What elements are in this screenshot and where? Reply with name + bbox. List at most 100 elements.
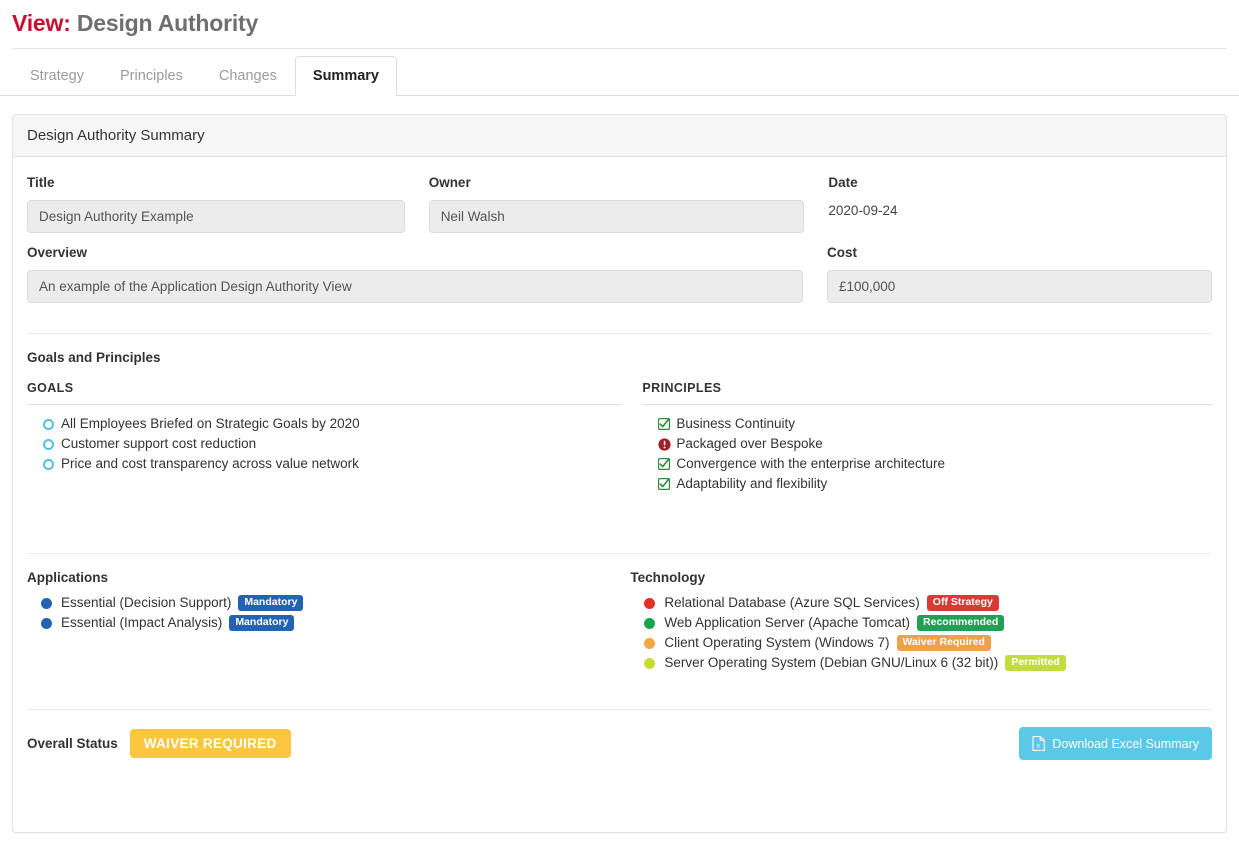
check-square-icon	[658, 418, 676, 430]
applications-technology-row: Applications Essential (Decision Support…	[27, 570, 1212, 673]
list-item[interactable]: Customer support cost reduction	[27, 434, 622, 454]
overview-label: Overview	[27, 245, 88, 260]
status-dot-icon	[41, 617, 61, 629]
list-item[interactable]: Relational Database (Azure SQL Services)…	[630, 593, 1212, 613]
cost-label: Cost	[826, 245, 857, 260]
cost-input[interactable]: £100,000	[826, 270, 1212, 303]
application-name: Essential (Decision Support)	[61, 595, 232, 610]
status-badge: Mandatory	[238, 595, 304, 611]
footer-row: Overall Status WAIVER REQUIRED x Downloa…	[27, 727, 1212, 770]
form-row-secondary: Overview An example of the Application D…	[27, 245, 1212, 303]
list-item[interactable]: Essential (Impact Analysis) Mandatory	[27, 613, 630, 633]
tab-strategy[interactable]: Strategy	[12, 56, 102, 96]
owner-field-group: Owner Neil Walsh	[428, 175, 829, 233]
status-badge: Off Strategy	[926, 595, 999, 611]
title-label: Title	[27, 175, 55, 190]
page-title: View: Design Authority	[12, 10, 1227, 38]
list-item[interactable]: Business Continuity	[642, 414, 1212, 434]
page-header: View: Design Authority	[0, 0, 1239, 50]
application-name: Essential (Impact Analysis)	[61, 615, 223, 630]
applications-list: Essential (Decision Support) Mandatory E…	[27, 593, 630, 633]
title-field-group: Title Design Authority Example	[27, 175, 429, 233]
technology-name: Web Application Server (Apache Tomcat)	[664, 615, 911, 630]
goal-text: Price and cost transparency across value…	[61, 456, 359, 471]
principle-text: Business Continuity	[676, 416, 795, 431]
technology-name: Client Operating System (Windows 7)	[664, 635, 890, 650]
principles-list: Business Continuity Packaged over Bespok…	[642, 414, 1212, 494]
form-row-primary: Title Design Authority Example Owner Nei…	[27, 175, 1212, 233]
list-item[interactable]: Web Application Server (Apache Tomcat) R…	[630, 613, 1212, 633]
overview-field-group: Overview An example of the Application D…	[27, 245, 827, 303]
tab-summary[interactable]: Summary	[294, 56, 397, 96]
check-square-icon	[658, 478, 676, 490]
technology-list: Relational Database (Azure SQL Services)…	[630, 593, 1212, 673]
overall-status-badge: WAIVER REQUIRED	[129, 729, 291, 758]
technology-title: Technology	[630, 570, 706, 585]
status-badge: Permitted	[1005, 655, 1066, 671]
goal-text: All Employees Briefed on Strategic Goals…	[61, 416, 360, 431]
list-item[interactable]: Convergence with the enterprise architec…	[642, 454, 1212, 474]
title-input[interactable]: Design Authority Example	[27, 200, 405, 233]
goal-text: Customer support cost reduction	[61, 436, 257, 451]
principles-heading: PRINCIPLES	[642, 381, 1212, 405]
header-divider	[12, 47, 1227, 49]
principle-text: Adaptability and flexibility	[676, 476, 828, 491]
applications-title: Applications	[27, 570, 109, 585]
card-header-title: Design Authority Summary	[13, 115, 1226, 157]
download-button-label: Download Excel Summary	[1052, 736, 1199, 751]
tab-changes[interactable]: Changes	[201, 56, 295, 96]
principle-text: Convergence with the enterprise architec…	[676, 456, 946, 471]
cost-field-group: Cost £100,000	[826, 245, 1212, 303]
status-dot-icon	[644, 597, 664, 609]
technology-name: Relational Database (Azure SQL Services)	[664, 595, 920, 610]
list-item[interactable]: Packaged over Bespoke	[642, 434, 1212, 454]
principle-text: Packaged over Bespoke	[676, 436, 823, 451]
list-item[interactable]: Price and cost transparency across value…	[27, 454, 622, 474]
list-item[interactable]: All Employees Briefed on Strategic Goals…	[27, 414, 622, 434]
exclamation-circle-icon	[658, 437, 676, 451]
overview-input[interactable]: An example of the Application Design Aut…	[27, 270, 803, 303]
divider-above-footer	[27, 709, 1212, 710]
owner-input[interactable]: Neil Walsh	[428, 200, 805, 233]
date-value: 2020-09-24	[828, 203, 898, 218]
date-field-group: Date 2020-09-24	[828, 175, 1212, 233]
goals-list: All Employees Briefed on Strategic Goals…	[27, 414, 622, 474]
status-badge: Waiver Required	[896, 635, 991, 651]
goals-heading: GOALS	[27, 381, 623, 405]
download-excel-summary-button[interactable]: x Download Excel Summary	[1019, 727, 1212, 760]
owner-label: Owner	[428, 175, 471, 190]
circle-outline-icon	[43, 438, 61, 450]
technology-column: Technology Relational Database (Azure SQ…	[630, 570, 1212, 673]
list-item[interactable]: Client Operating System (Windows 7) Waiv…	[630, 633, 1212, 653]
goals-column: GOALS All Employees Briefed on Strategic…	[27, 381, 642, 501]
list-item[interactable]: Server Operating System (Debian GNU/Linu…	[630, 653, 1212, 673]
list-item[interactable]: Essential (Decision Support) Mandatory	[27, 593, 630, 613]
card-body: Title Design Authority Example Owner Nei…	[13, 157, 1226, 770]
tab-principles[interactable]: Principles	[102, 56, 201, 96]
date-label: Date	[828, 175, 858, 190]
overall-status-label: Overall Status	[27, 736, 118, 751]
tab-bar: Strategy Principles Changes Summary	[0, 50, 1239, 96]
svg-text:x: x	[1037, 743, 1041, 750]
goals-principles-title: Goals and Principles	[27, 350, 161, 365]
status-badge: Mandatory	[229, 615, 295, 631]
applications-column: Applications Essential (Decision Support…	[27, 570, 630, 673]
divider-above-applications	[27, 553, 1212, 554]
status-dot-icon	[41, 597, 61, 609]
summary-card: Design Authority Summary Title Design Au…	[12, 114, 1227, 833]
status-dot-icon	[644, 617, 664, 629]
check-square-icon	[658, 458, 676, 470]
status-dot-icon	[644, 637, 664, 649]
list-item[interactable]: Adaptability and flexibility	[642, 474, 1212, 494]
excel-file-icon: x	[1032, 736, 1046, 751]
goals-principles-columns: GOALS All Employees Briefed on Strategic…	[27, 381, 1212, 501]
status-dot-icon	[644, 657, 664, 669]
overall-status-group: Overall Status WAIVER REQUIRED	[27, 729, 291, 758]
page-title-prefix: View:	[12, 10, 71, 36]
divider-above-goals	[27, 333, 1212, 334]
technology-name: Server Operating System (Debian GNU/Linu…	[664, 655, 999, 670]
circle-outline-icon	[43, 418, 61, 430]
page-title-main: Design Authority	[76, 10, 259, 36]
principles-column: PRINCIPLES Business Continuity Packaged …	[642, 381, 1212, 501]
circle-outline-icon	[43, 458, 61, 470]
